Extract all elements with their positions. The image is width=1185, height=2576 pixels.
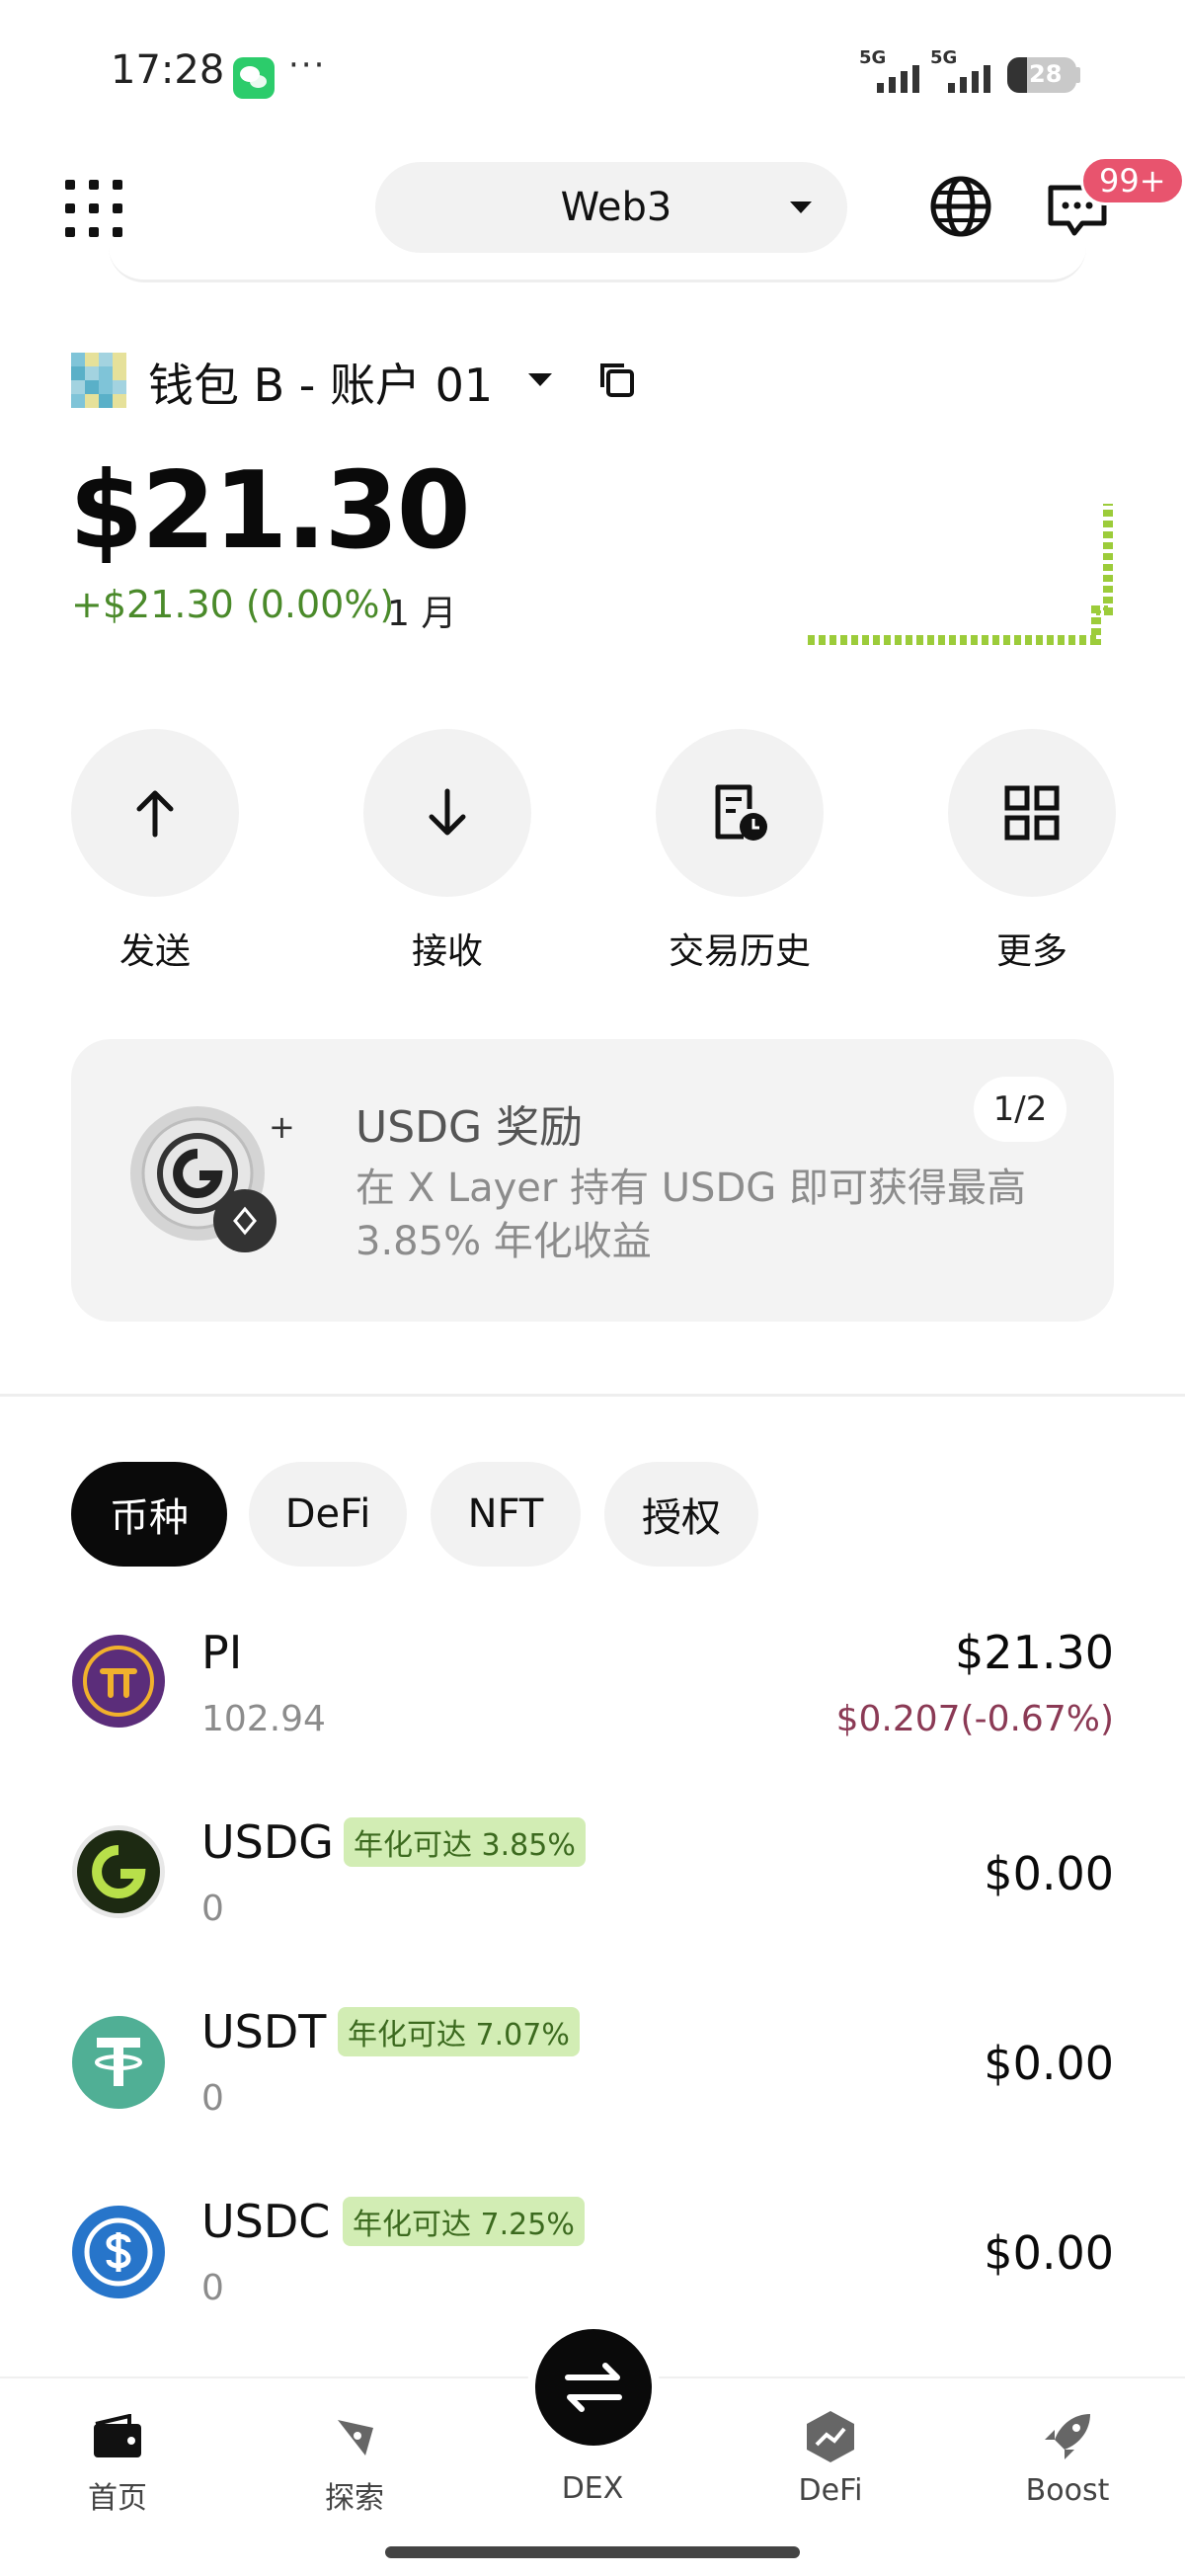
- token-amount: 0: [201, 2078, 224, 2119]
- send-button[interactable]: 发送: [71, 729, 239, 974]
- network-selector[interactable]: Web3: [375, 162, 847, 253]
- wallet-account-name[interactable]: 钱包 B - 账户 01: [148, 350, 493, 415]
- apy-badge: 年化可达 7.25%: [343, 2197, 585, 2246]
- receive-button-circle[interactable]: [363, 729, 531, 897]
- signal-icon: 5G: [930, 47, 999, 99]
- token-value: $0.00: [984, 2226, 1114, 2280]
- nav-defi[interactable]: DeFi: [756, 2406, 905, 2508]
- nav-home-label: 首页: [88, 2481, 147, 2516]
- copy-icon[interactable]: [596, 360, 638, 401]
- wallet-icon: [94, 2414, 141, 2457]
- token-price-change: $0.207(-0.67%): [835, 1699, 1114, 1739]
- reward-description: 在 X Layer 持有 USDG 即可获得最高 3.85% 年化收益: [356, 1166, 1026, 1264]
- pi-coin-icon: [72, 1635, 165, 1728]
- usdt-coin-icon: [72, 2016, 165, 2109]
- signal-icon: 5G: [859, 47, 928, 99]
- home-indicator[interactable]: [385, 2546, 800, 2558]
- section-divider: [0, 1394, 1185, 1397]
- token-name: USDC: [201, 2195, 331, 2248]
- nav-dex-label[interactable]: DEX: [523, 2471, 662, 2506]
- arrow-down-icon: [429, 788, 466, 836]
- token-name: USDT: [201, 2005, 327, 2058]
- token-name: USDG: [201, 1815, 334, 1869]
- chevron-down-icon: [790, 201, 812, 213]
- period-selector[interactable]: 1 月: [387, 585, 456, 636]
- history-button[interactable]: 交易历史: [656, 729, 824, 974]
- nav-explore-label: 探索: [325, 2481, 384, 2516]
- tab-approvals[interactable]: 授权: [604, 1462, 758, 1567]
- notification-more-icon: ···: [288, 45, 327, 85]
- battery-icon: 28: [1007, 57, 1076, 93]
- reward-title: USDG 奖励: [356, 1102, 584, 1153]
- token-amount: 102.94: [201, 1699, 326, 1739]
- battery-level: 28: [1029, 60, 1063, 88]
- apy-badge: 年化可达 7.07%: [338, 2007, 580, 2056]
- network-label: Web3: [560, 185, 672, 230]
- token-name: PI: [201, 1626, 243, 1679]
- status-bar: 17:28 ··· 5G 5G 28: [0, 0, 1185, 148]
- send-label: 发送: [118, 931, 191, 972]
- globe-icon[interactable]: [928, 174, 993, 239]
- history-label: 交易历史: [668, 931, 811, 972]
- swap-icon: [565, 2363, 622, 2412]
- defi-chart-icon: [807, 2411, 854, 2462]
- status-time: 17:28: [111, 47, 225, 93]
- header-divider: [109, 247, 1086, 282]
- compass-icon: [338, 2420, 373, 2455]
- balance-sparkline: [808, 504, 1113, 645]
- more-button-circle[interactable]: [948, 729, 1116, 897]
- history-icon: [715, 784, 767, 841]
- nav-defi-label: DeFi: [798, 2473, 863, 2508]
- receive-button[interactable]: 接收: [363, 729, 531, 974]
- send-button-circle[interactable]: [71, 729, 239, 897]
- apy-badge: 年化可达 3.85%: [344, 1817, 586, 1867]
- wallet-avatar[interactable]: [71, 353, 126, 408]
- more-label: 更多: [995, 931, 1067, 972]
- notification-badge: 99+: [1080, 156, 1185, 205]
- rocket-icon: [1045, 2414, 1090, 2459]
- reward-plus: +: [269, 1108, 295, 1146]
- chevron-down-icon[interactable]: [528, 373, 552, 386]
- banner-page-indicator: 1/2: [974, 1077, 1066, 1142]
- battery-tip: [1075, 67, 1080, 83]
- token-amount: 0: [201, 1889, 224, 1929]
- apps-grid-icon[interactable]: [65, 180, 122, 237]
- arrow-up-icon: [136, 790, 174, 838]
- nav-boost[interactable]: Boost: [993, 2406, 1142, 2508]
- history-button-circle[interactable]: [656, 729, 824, 897]
- token-value: $0.00: [984, 1847, 1114, 1900]
- wechat-icon: [233, 57, 275, 99]
- nav-home[interactable]: 首页: [43, 2406, 192, 2517]
- nav-dex-swap-button[interactable]: [527, 2321, 660, 2454]
- more-grid-icon: [1004, 785, 1060, 841]
- tab-defi[interactable]: DeFi: [249, 1462, 407, 1567]
- tab-tokens[interactable]: 币种: [71, 1462, 227, 1567]
- more-button[interactable]: 更多: [948, 729, 1116, 974]
- nav-boost-label: Boost: [1025, 2473, 1110, 2508]
- usdg-coin-icon: [72, 1825, 165, 1918]
- usdc-coin-icon: [72, 2206, 165, 2298]
- receive-label: 接收: [411, 931, 483, 972]
- token-amount: 0: [201, 2268, 224, 2308]
- balance-change: +$21.30 (0.00%): [71, 583, 395, 626]
- total-balance: $21.30: [69, 449, 471, 573]
- tab-nft[interactable]: NFT: [431, 1462, 581, 1567]
- usdg-coin-icon: [130, 1106, 276, 1252]
- token-value: $0.00: [984, 2037, 1114, 2090]
- token-value: $21.30: [955, 1626, 1114, 1679]
- nav-explore[interactable]: 探索: [280, 2406, 429, 2517]
